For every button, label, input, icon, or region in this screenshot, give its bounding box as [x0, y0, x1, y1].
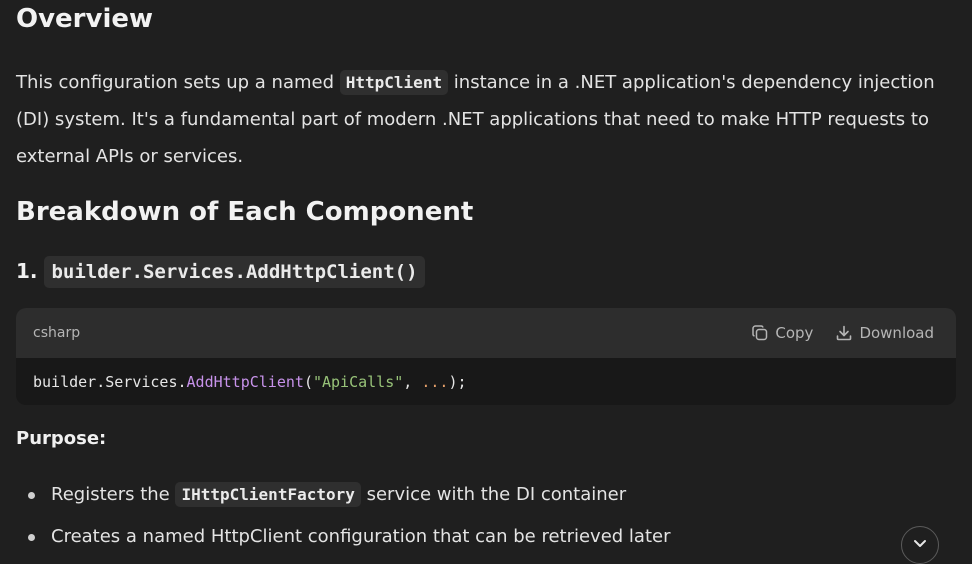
scroll-down-button[interactable] [901, 526, 939, 564]
bullet2-text: Creates a named HttpClient configuration… [51, 526, 671, 547]
overview-paragraph: This configuration sets up a named HttpC… [16, 64, 961, 175]
breakdown-heading: Breakdown of Each Component [16, 197, 474, 227]
copy-icon [751, 324, 769, 342]
overview-heading: Overview [16, 4, 154, 34]
list-item: Registers the IHttpClientFactory service… [16, 476, 946, 518]
bullet-dot [28, 534, 35, 541]
component-code: builder.Services.AddHttpClient() [44, 256, 425, 288]
purpose-heading: Purpose: [16, 428, 107, 449]
overview-text-1: This configuration sets up a named [16, 72, 340, 93]
component-number: 1. [16, 259, 45, 283]
component-heading: 1. builder.Services.AddHttpClient() [16, 256, 425, 288]
code-token-string: "ApiCalls" [312, 373, 404, 391]
copy-label: Copy [775, 324, 814, 342]
code-language-label: csharp [33, 325, 81, 341]
code-line: builder.Services.AddHttpClient("ApiCalls… [16, 358, 956, 391]
code-token-close: ); [448, 373, 467, 391]
inline-code-httpclient: HttpClient [339, 70, 449, 95]
code-token-function: AddHttpClient [186, 373, 304, 391]
code-block-header: csharp Copy Download [16, 308, 956, 358]
bullet1-text-2: service with the DI container [360, 484, 627, 505]
copy-button[interactable]: Copy [751, 324, 813, 342]
list-item: Creates a named HttpClient configuration… [16, 518, 946, 560]
code-token-comma: , [403, 373, 422, 391]
download-icon [835, 324, 853, 342]
chevron-down-icon [911, 534, 929, 556]
code-token-prefix: builder.Services. [33, 373, 187, 391]
code-token-ellipsis: ... [421, 373, 449, 391]
bullet-dot [28, 492, 35, 499]
code-block: csharp Copy Download builder.Services.Ad… [16, 308, 956, 405]
purpose-list: Registers the IHttpClientFactory service… [16, 476, 946, 560]
inline-code-ihttpclientfactory: IHttpClientFactory [175, 482, 361, 507]
code-token-open: ( [303, 373, 313, 391]
code-actions: Copy Download [751, 324, 934, 342]
download-button[interactable]: Download [835, 324, 934, 342]
download-label: Download [859, 324, 934, 342]
bullet1-text-1: Registers the [51, 484, 176, 505]
